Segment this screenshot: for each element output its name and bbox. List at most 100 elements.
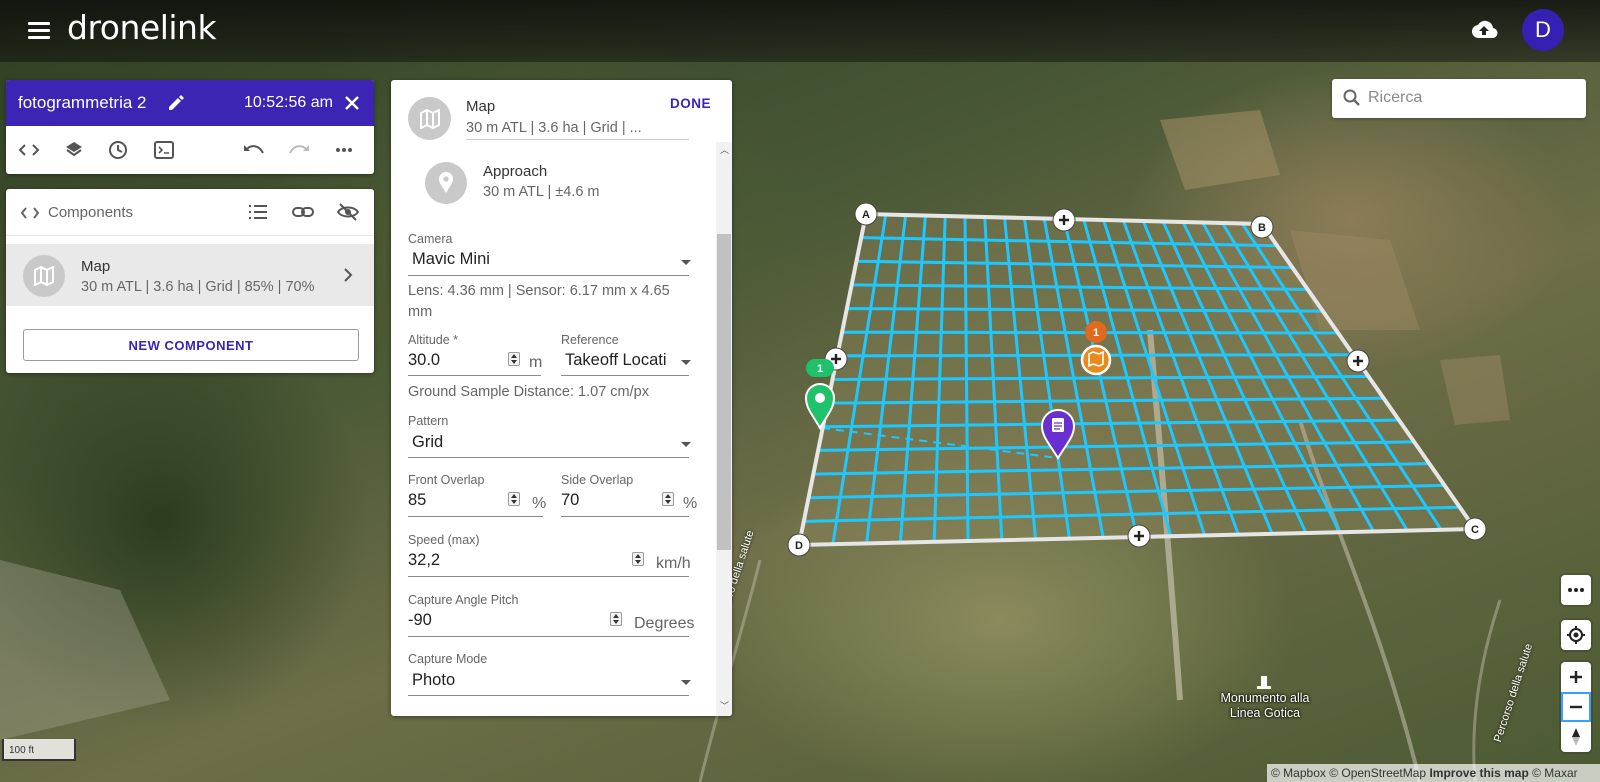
component-editor: Map 30 m ATL | 3.6 ha | Grid | ... DONE … bbox=[391, 80, 732, 716]
midpoint-add-bottom bbox=[1127, 524, 1151, 548]
zoom-controls bbox=[1561, 662, 1591, 752]
field-underline bbox=[408, 695, 689, 696]
zoom-in-button[interactable] bbox=[1561, 662, 1591, 692]
search-input[interactable] bbox=[1368, 87, 1573, 109]
editor-title: Map bbox=[466, 98, 496, 115]
field-underline bbox=[561, 375, 689, 376]
side-overlap-stepper[interactable] bbox=[662, 492, 674, 506]
gsd-info: Ground Sample Distance: 1.07 cm/px bbox=[408, 384, 649, 400]
poi-label-line-2: Linea Gotica bbox=[1229, 706, 1301, 720]
map-scale: 100 ft bbox=[2, 739, 76, 761]
camera-dropdown-icon[interactable] bbox=[681, 260, 691, 265]
capture-mode-dropdown-icon[interactable] bbox=[681, 680, 691, 685]
svg-text:1: 1 bbox=[817, 363, 823, 375]
camera-label: Camera bbox=[408, 232, 453, 246]
poi-label-line-1: Monumento alla bbox=[1220, 691, 1310, 705]
geolocate-button[interactable] bbox=[1561, 620, 1591, 650]
locate-icon bbox=[1567, 626, 1585, 644]
improve-map-link[interactable]: Improve this map bbox=[1429, 766, 1528, 780]
chevron-right-icon bbox=[344, 268, 353, 282]
editor-summary: 30 m ATL | 3.6 ha | Grid | ... bbox=[466, 120, 642, 136]
midpoint-add-right bbox=[1346, 349, 1370, 373]
capture-mode-select[interactable]: Photo bbox=[412, 671, 672, 690]
map-attribution: © Mapbox © OpenStreetMap Improve this ma… bbox=[1267, 764, 1600, 782]
map-search bbox=[1332, 79, 1586, 118]
mission-title: fotogrammetria 2 bbox=[18, 93, 147, 112]
components-title: Components bbox=[48, 204, 134, 221]
history-icon[interactable] bbox=[106, 138, 130, 162]
layers-icon[interactable] bbox=[62, 138, 86, 162]
component-item-map[interactable]: Map 30 m ATL | 3.6 ha | Grid | 85% | 70% bbox=[6, 244, 374, 306]
speed-stepper[interactable] bbox=[632, 552, 644, 566]
compass-button[interactable] bbox=[1561, 722, 1591, 752]
pitch-input[interactable]: -90 bbox=[408, 611, 588, 630]
location-pin-icon bbox=[425, 162, 467, 204]
code-icon bbox=[20, 207, 40, 219]
search-icon bbox=[1343, 89, 1360, 106]
front-overlap-label: Front Overlap bbox=[408, 473, 485, 487]
front-overlap-input[interactable]: 85 bbox=[408, 491, 498, 510]
top-bar: dronelink D bbox=[0, 0, 1600, 62]
reference-select[interactable]: Takeoff Locati bbox=[565, 351, 677, 370]
approach-summary: 30 m ATL | ±4.6 m bbox=[483, 184, 600, 200]
pattern-select[interactable]: Grid bbox=[412, 433, 672, 452]
user-avatar[interactable]: D bbox=[1522, 9, 1564, 51]
reference-label: Reference bbox=[561, 333, 619, 347]
redo-icon[interactable] bbox=[287, 138, 311, 162]
terminal-icon[interactable] bbox=[152, 138, 176, 162]
svg-text:B: B bbox=[1258, 222, 1266, 234]
altitude-stepper[interactable] bbox=[508, 352, 520, 366]
altitude-label: Altitude * bbox=[408, 333, 459, 347]
attribution-maxar: © Maxar bbox=[1528, 766, 1578, 780]
editor-form: Approach 30 m ATL | ±4.6 m Camera Mavic … bbox=[391, 142, 732, 716]
undo-icon[interactable] bbox=[242, 138, 266, 162]
mission-header: fotogrammetria 2 10:52:56 am bbox=[6, 80, 374, 126]
field-underline bbox=[408, 576, 689, 577]
pitch-unit: Degrees bbox=[634, 615, 695, 632]
pattern-dropdown-icon[interactable] bbox=[681, 442, 691, 447]
mission-toolbar bbox=[6, 126, 374, 174]
reference-dropdown-icon[interactable] bbox=[681, 360, 691, 365]
new-component-button[interactable]: NEW COMPONENT bbox=[23, 329, 359, 361]
zoom-out-button[interactable] bbox=[1561, 692, 1591, 722]
pitch-stepper[interactable] bbox=[610, 612, 622, 626]
approach-title: Approach bbox=[483, 163, 548, 180]
cloud-upload-icon[interactable] bbox=[1469, 17, 1499, 43]
altitude-unit: m bbox=[529, 354, 543, 371]
svg-text:A: A bbox=[862, 209, 870, 221]
more-icon[interactable] bbox=[332, 138, 356, 162]
altitude-input[interactable]: 30.0 bbox=[408, 351, 498, 370]
side-overlap-label: Side Overlap bbox=[561, 473, 634, 487]
midpoint-add-top bbox=[1052, 208, 1076, 232]
speed-input[interactable]: 32,2 bbox=[408, 551, 608, 570]
visibility-off-icon[interactable] bbox=[336, 200, 360, 224]
field-underline bbox=[408, 636, 689, 637]
front-overlap-stepper[interactable] bbox=[508, 492, 520, 506]
divider bbox=[466, 139, 689, 140]
edit-pencil-icon[interactable] bbox=[166, 93, 186, 113]
speed-label: Speed (max) bbox=[408, 533, 480, 547]
mission-time: 10:52:56 am bbox=[244, 94, 333, 111]
app-logo[interactable]: dronelink bbox=[67, 8, 217, 47]
plus-icon bbox=[1570, 671, 1582, 683]
front-overlap-unit: % bbox=[532, 495, 547, 512]
map-more-button[interactable] bbox=[1561, 575, 1591, 605]
camera-select[interactable]: Mavic Mini bbox=[412, 250, 672, 269]
field-underline bbox=[408, 516, 543, 517]
link-icon[interactable] bbox=[291, 200, 315, 224]
mission-card: fotogrammetria 2 10:52:56 am bbox=[6, 80, 374, 174]
field-underline bbox=[561, 516, 689, 517]
side-overlap-input[interactable]: 70 bbox=[561, 491, 651, 510]
code-icon[interactable] bbox=[17, 138, 41, 162]
svg-text:D: D bbox=[795, 540, 803, 552]
done-button[interactable]: DONE bbox=[670, 96, 711, 111]
hamburger-menu-icon[interactable] bbox=[26, 19, 52, 43]
svg-text:1: 1 bbox=[1093, 327, 1099, 339]
side-overlap-unit: % bbox=[683, 495, 698, 512]
lens-info: Lens: 4.36 mm | Sensor: 6.17 mm x 4.65 bbox=[408, 283, 670, 299]
capture-mode-label: Capture Mode bbox=[408, 652, 488, 666]
speed-unit: km/h bbox=[656, 555, 691, 572]
list-icon[interactable] bbox=[246, 200, 270, 224]
components-card: Components Map 30 m ATL | 3.6 ha | Grid … bbox=[6, 189, 374, 373]
close-icon[interactable] bbox=[342, 93, 362, 113]
